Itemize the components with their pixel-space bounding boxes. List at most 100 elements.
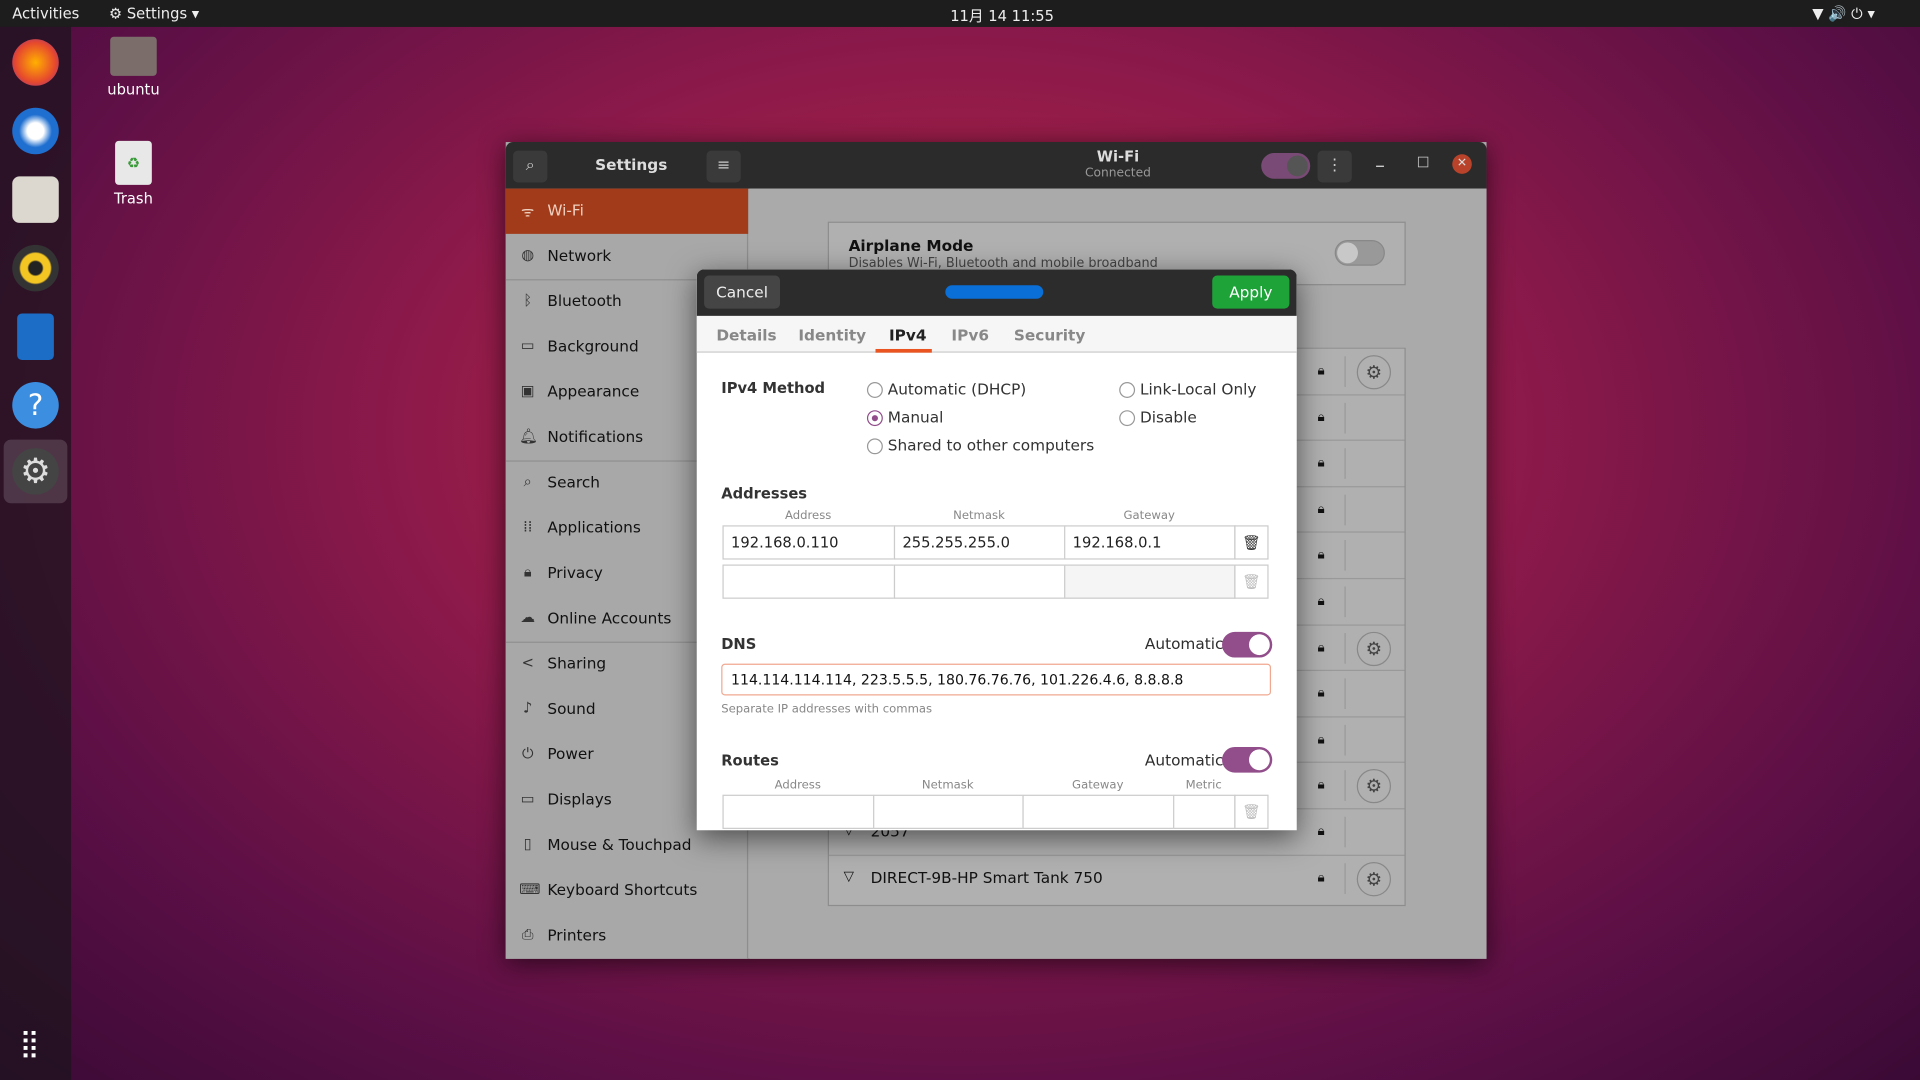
tab-security[interactable]: Security	[1014, 326, 1085, 344]
maximize-button[interactable]: □	[1417, 153, 1430, 169]
dock-thunderbird[interactable]	[12, 107, 59, 155]
tab-ipv6[interactable]: IPv6	[951, 326, 989, 344]
lock-icon: 🔒︎	[1317, 500, 1325, 517]
appearance-icon: ▣	[520, 382, 535, 400]
gear-icon[interactable]: ⚙	[1356, 861, 1392, 896]
close-button[interactable]: ✕	[1452, 154, 1472, 174]
radio-label: Manual	[887, 407, 944, 427]
delete-address-button[interactable]: 🗑︎	[1234, 564, 1269, 599]
radio-manual[interactable]: Manual	[866, 407, 944, 427]
address-input[interactable]	[722, 564, 896, 599]
dock-files[interactable]	[12, 176, 59, 223]
radio-shared-to-other-computers[interactable]: Shared to other computers	[866, 436, 1094, 455]
display-icon: ▭	[520, 789, 535, 807]
route-gateway-input[interactable]	[1022, 794, 1175, 829]
radio-circle[interactable]	[1119, 382, 1136, 398]
address-column-header: Gateway	[1123, 509, 1175, 523]
system-tray[interactable]: ▼ 🔊 ⏻ ▾	[1812, 5, 1875, 23]
radio-link-local-only[interactable]: Link-Local Only	[1119, 380, 1256, 398]
panel-title: Wi-Fi	[1096, 148, 1140, 166]
delete-address-button[interactable]: 🗑︎	[1234, 525, 1269, 560]
separator	[1344, 494, 1346, 526]
sidebar-item-label: Keyboard Shortcuts	[547, 880, 698, 899]
desktop-icon-home[interactable]: ubuntu	[97, 36, 170, 98]
music-icon: ♪	[523, 699, 533, 717]
wifi-toggle[interactable]	[1261, 153, 1311, 179]
clock[interactable]: 11月 14 11:55	[950, 5, 1054, 26]
address-input[interactable]: 192.168.0.110	[722, 525, 896, 560]
wifi-icon: ᯤ	[521, 203, 535, 221]
radio-disable[interactable]: Disable	[1119, 408, 1197, 427]
sidebar-item-label: Mouse & Touchpad	[547, 835, 692, 854]
radio-circle[interactable]	[1119, 410, 1136, 427]
menu-button[interactable]: ≡	[706, 150, 741, 183]
netmask-input[interactable]	[893, 564, 1066, 599]
gear-icon[interactable]: ⚙	[1356, 355, 1392, 390]
delete-route-button[interactable]: 🗑︎	[1234, 794, 1269, 829]
sidebar-item-label: Wi-Fi	[547, 200, 584, 220]
minimize-button[interactable]: –	[1375, 153, 1385, 176]
sidebar-item-keyboard-shortcuts[interactable]: ⌨ Keyboard Shortcuts	[506, 868, 748, 913]
route-netmask-input[interactable]	[873, 794, 1024, 829]
dns-automatic-toggle[interactable]	[1222, 631, 1273, 658]
cancel-button[interactable]: Cancel	[704, 275, 781, 309]
sidebar-item-wi-fi[interactable]: ᯤ Wi-Fi	[505, 188, 749, 234]
address-column-header: Address	[784, 509, 832, 523]
app-menu-label: Settings	[126, 4, 188, 23]
app-menu[interactable]: ⚙ Settings ▾	[109, 5, 199, 22]
routes-automatic-label: Automatic	[1144, 750, 1224, 769]
gear-icon[interactable]: ⚙	[1356, 769, 1392, 804]
dock-rhythmbox[interactable]	[12, 244, 59, 292]
radio-circle[interactable]	[866, 438, 883, 455]
dock-writer[interactable]	[17, 313, 54, 361]
netmask-input[interactable]: 255.255.255.0	[893, 525, 1066, 560]
lock-icon: 🔒︎	[1317, 546, 1325, 563]
route-metric-input[interactable]	[1173, 794, 1236, 829]
more-options-button[interactable]: ⋮	[1317, 150, 1352, 183]
dns-input[interactable]: 114.114.114.114, 223.5.5.5, 180.76.76.76…	[721, 663, 1272, 696]
network-row[interactable]: 🔒︎ ⚙ ▽ DIRECT-9B-HP Smart Tank 750	[828, 854, 1405, 899]
separator	[1344, 586, 1346, 618]
trash-icon: ♻	[115, 140, 152, 185]
dock-firefox[interactable]	[12, 39, 59, 86]
lock-icon: 🔒︎	[1317, 362, 1325, 379]
dock-help[interactable]: ?	[12, 382, 59, 429]
lock-icon: 🔒︎	[523, 563, 532, 581]
separator	[1344, 678, 1346, 710]
sidebar-item-printers[interactable]: ⎙ Printers	[506, 913, 748, 958]
apply-button[interactable]: Apply	[1212, 275, 1290, 309]
tab-details[interactable]: Details	[716, 326, 776, 344]
gateway-input[interactable]	[1064, 564, 1236, 599]
separator	[1344, 448, 1346, 480]
sidebar-item-label: Network	[547, 246, 612, 265]
activities-button[interactable]: Activities	[12, 5, 79, 22]
desktop: Activities ⚙ Settings ▾ 11月 14 11:55 ▼ 🔊…	[0, 0, 1920, 1080]
background-icon: ▭	[520, 336, 535, 354]
airplane-mode-toggle[interactable]	[1334, 240, 1385, 266]
route-address-input[interactable]	[722, 794, 875, 829]
radio-circle[interactable]	[866, 410, 883, 427]
tab-identity[interactable]: Identity	[798, 326, 866, 344]
share-icon: <	[521, 653, 534, 672]
lock-icon: 🔒︎	[1317, 730, 1325, 747]
applications-icon: ⁞⁞	[523, 517, 533, 536]
radio-automatic-dhcp-[interactable]: Automatic (DHCP)	[866, 380, 1026, 398]
lock-icon: 🔒︎	[1317, 592, 1325, 609]
separator	[1344, 540, 1346, 572]
desktop-icon-label: ubuntu	[107, 80, 160, 98]
header-bar: ⌕ Settings ≡ Wi-Fi Connected ⋮ – □ ✕	[505, 142, 1487, 189]
search-button[interactable]: ⌕	[513, 150, 548, 183]
desktop-icon-trash[interactable]: ♻ Trash	[97, 140, 170, 207]
dns-automatic-label: Automatic	[1144, 634, 1224, 653]
routes-automatic-toggle[interactable]	[1222, 746, 1273, 773]
show-apps-grid-icon[interactable]: ⣿	[20, 1029, 40, 1060]
separator	[1344, 770, 1346, 802]
gear-icon[interactable]: ⚙	[1356, 631, 1392, 666]
cloud-icon: ☁	[520, 608, 536, 626]
radio-circle[interactable]	[866, 382, 883, 398]
tab-ipv4[interactable]: IPv4	[889, 326, 927, 344]
separator	[1344, 724, 1346, 756]
gateway-input[interactable]: 192.168.0.1	[1064, 525, 1236, 560]
dock-settings[interactable]: ⚙	[12, 448, 59, 495]
network-name: DIRECT-9B-HP Smart Tank 750	[870, 867, 1103, 887]
